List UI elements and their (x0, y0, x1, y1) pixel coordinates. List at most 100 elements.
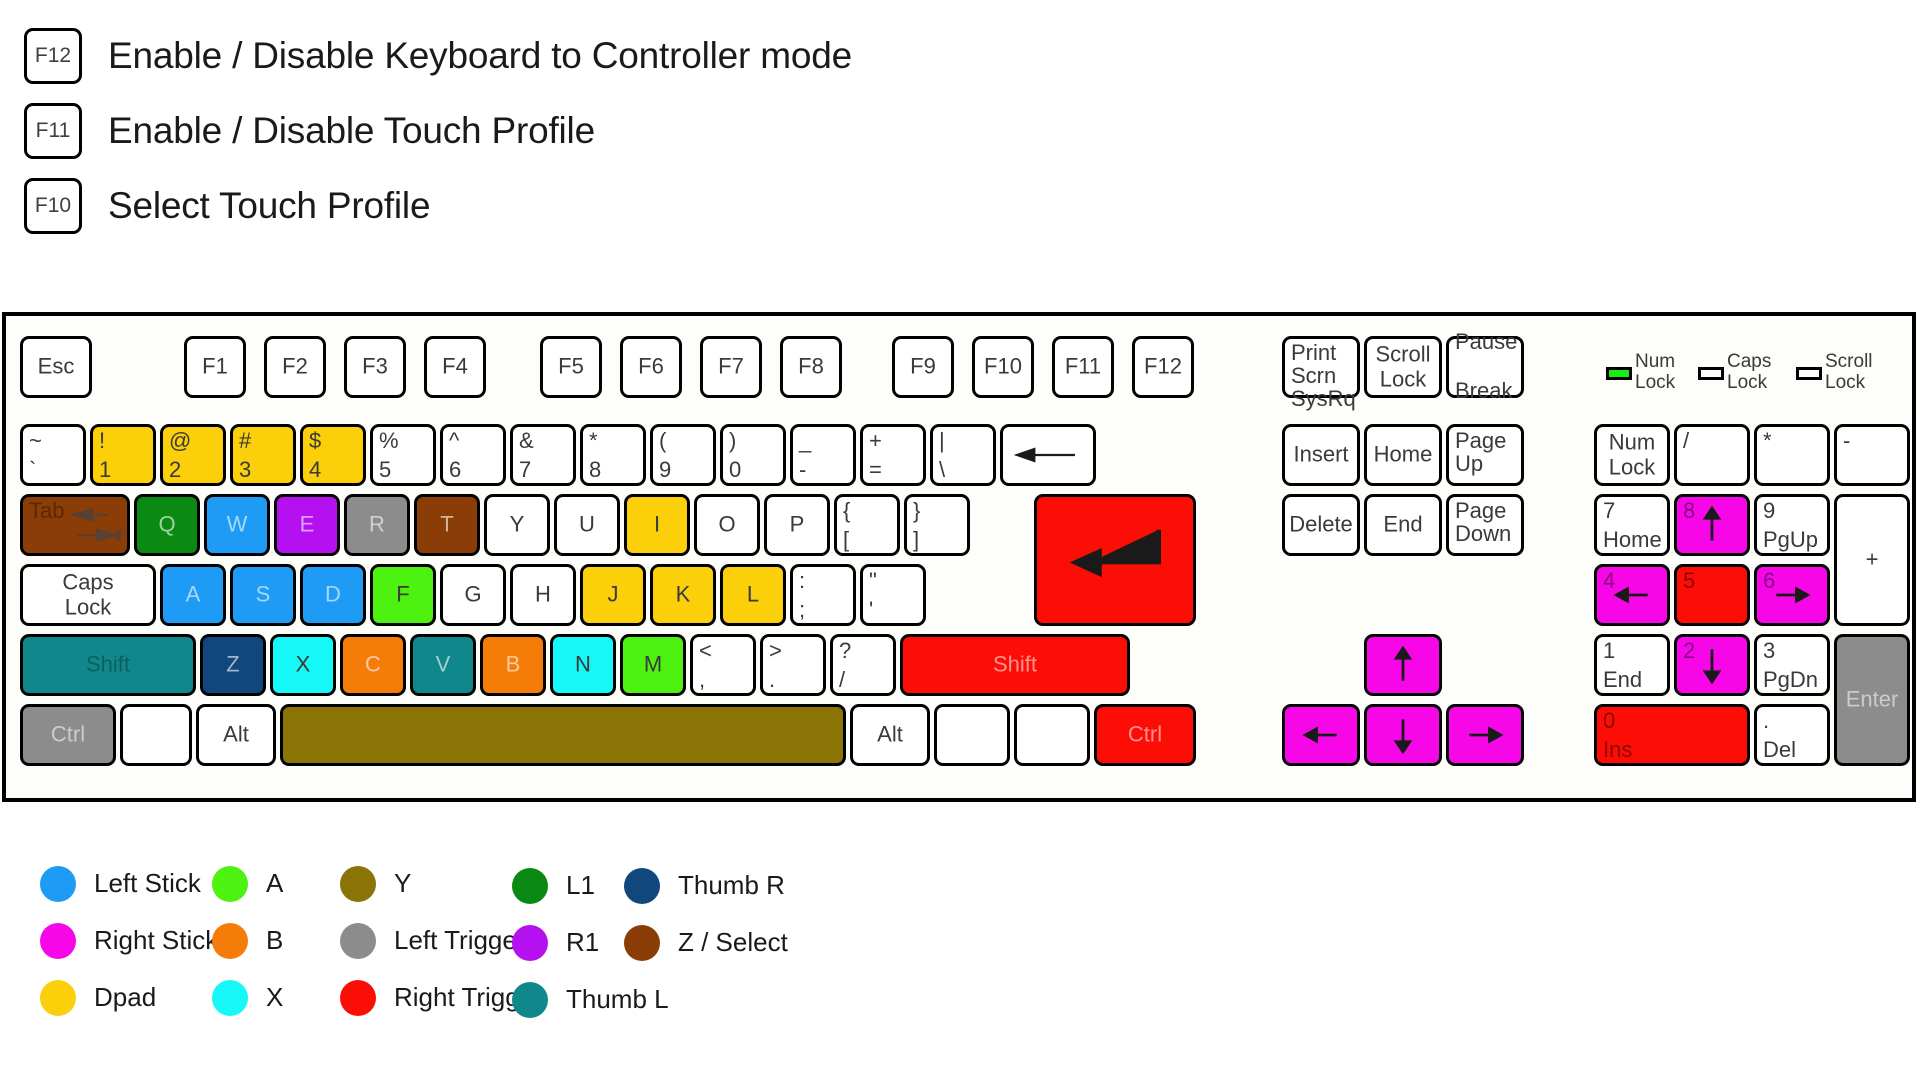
key-digit2[interactable]: @2 (160, 424, 226, 486)
key-printscreen[interactable]: Print Scrn SysRq (1282, 336, 1360, 410)
key-digit3[interactable]: #3 (230, 424, 296, 486)
key-z[interactable]: Z (200, 634, 266, 696)
key-end[interactable]: End (1364, 494, 1442, 556)
key-backspace[interactable] (1000, 424, 1096, 486)
key-num0[interactable]: 0 Ins (1594, 704, 1750, 766)
key-f11[interactable]: F11 (1052, 336, 1114, 398)
key-x[interactable]: X (270, 634, 336, 696)
key-l[interactable]: L (720, 564, 786, 626)
key-t[interactable]: T (414, 494, 480, 556)
key-f12[interactable]: F12 (1132, 336, 1194, 398)
key-menu[interactable] (1014, 704, 1090, 766)
key-num3[interactable]: 3 PgDn (1754, 634, 1830, 696)
key-i[interactable]: I (624, 494, 690, 556)
key-space[interactable] (280, 704, 846, 766)
key-u[interactable]: U (554, 494, 620, 556)
key-f2[interactable]: F2 (264, 336, 326, 398)
key-arrowleft[interactable] (1282, 704, 1360, 766)
key-capslock[interactable]: Caps Lock (20, 564, 156, 626)
key-rightalt[interactable]: Alt (850, 704, 930, 766)
key-esc[interactable]: Esc (20, 336, 92, 398)
key-semicolon[interactable]: :; (790, 564, 856, 626)
shortcut-key-f12[interactable]: F12 (24, 28, 82, 84)
key-num6[interactable]: 6 (1754, 564, 1830, 626)
key-f8[interactable]: F8 (780, 336, 842, 398)
key-rightctrl[interactable]: Ctrl (1094, 704, 1196, 766)
key-insert[interactable]: Insert (1282, 424, 1360, 486)
key-arrowup[interactable] (1364, 634, 1442, 696)
key-arrowdown[interactable] (1364, 704, 1442, 766)
key-num5[interactable]: 5 (1674, 564, 1750, 626)
key-comma[interactable]: <, (690, 634, 756, 696)
key-a[interactable]: A (160, 564, 226, 626)
key-q[interactable]: Q (134, 494, 200, 556)
key-rightmeta[interactable] (934, 704, 1010, 766)
key-leftshift[interactable]: Shift (20, 634, 196, 696)
key-b[interactable]: B (480, 634, 546, 696)
key-slash[interactable]: ? / (830, 634, 896, 696)
key-g[interactable]: G (440, 564, 506, 626)
key-arrowright[interactable] (1446, 704, 1524, 766)
key-digit6[interactable]: ^ 6 (440, 424, 506, 486)
key-f1[interactable]: F1 (184, 336, 246, 398)
key-scrolllock[interactable]: Scroll Lock (1364, 336, 1442, 398)
key-equals[interactable]: + = (860, 424, 926, 486)
key-e[interactable]: E (274, 494, 340, 556)
key-o[interactable]: O (694, 494, 760, 556)
key-numplus[interactable]: + (1834, 494, 1910, 626)
key-digit4[interactable]: $4 (300, 424, 366, 486)
key-num9[interactable]: 9 PgUp (1754, 494, 1830, 556)
key-leftctrl[interactable]: Ctrl (20, 704, 116, 766)
key-digit9[interactable]: (9 (650, 424, 716, 486)
key-numdivide[interactable]: / (1674, 424, 1750, 486)
key-f4[interactable]: F4 (424, 336, 486, 398)
key-backslash[interactable]: | \ (930, 424, 996, 486)
key-bracketright[interactable]: }] (904, 494, 970, 556)
key-numminus[interactable]: - (1834, 424, 1910, 486)
key-numenter[interactable]: Enter (1834, 634, 1910, 766)
key-digit0[interactable]: ) 0 (720, 424, 786, 486)
key-y[interactable]: Y (484, 494, 550, 556)
key-digit1[interactable]: ! 1 (90, 424, 156, 486)
key-r[interactable]: R (344, 494, 410, 556)
key-digit8[interactable]: * 8 (580, 424, 646, 486)
key-s[interactable]: S (230, 564, 296, 626)
key-backtick[interactable]: ~ ` (20, 424, 86, 486)
key-f9[interactable]: F9 (892, 336, 954, 398)
key-num1[interactable]: 1 End (1594, 634, 1670, 696)
key-numlock[interactable]: Num Lock (1594, 424, 1670, 486)
key-f5[interactable]: F5 (540, 336, 602, 398)
key-home[interactable]: Home (1364, 424, 1442, 486)
key-num7[interactable]: 7 Home (1594, 494, 1670, 556)
key-enter[interactable] (1034, 494, 1196, 626)
key-pagedown[interactable]: Page Down (1446, 494, 1524, 556)
key-h[interactable]: H (510, 564, 576, 626)
key-leftmeta[interactable] (120, 704, 192, 766)
key-n[interactable]: N (550, 634, 616, 696)
key-j[interactable]: J (580, 564, 646, 626)
key-num4[interactable]: 4 (1594, 564, 1670, 626)
key-period[interactable]: >. (760, 634, 826, 696)
key-digit5[interactable]: % 5 (370, 424, 436, 486)
key-f3[interactable]: F3 (344, 336, 406, 398)
shortcut-key-f10[interactable]: F10 (24, 178, 82, 234)
key-numdot[interactable]: . Del (1754, 704, 1830, 766)
key-tab[interactable]: Tab (20, 494, 130, 556)
key-nummultiply[interactable]: * (1754, 424, 1830, 486)
key-num8[interactable]: 8 (1674, 494, 1750, 556)
shortcut-key-f11[interactable]: F11 (24, 103, 82, 159)
key-p[interactable]: P (764, 494, 830, 556)
key-leftalt[interactable]: Alt (196, 704, 276, 766)
key-w[interactable]: W (204, 494, 270, 556)
key-m[interactable]: M (620, 634, 686, 696)
key-rightshift[interactable]: Shift (900, 634, 1130, 696)
key-f6[interactable]: F6 (620, 336, 682, 398)
key-bracketleft[interactable]: {[ (834, 494, 900, 556)
key-f10[interactable]: F10 (972, 336, 1034, 398)
key-k[interactable]: K (650, 564, 716, 626)
key-d[interactable]: D (300, 564, 366, 626)
key-digit7[interactable]: & 7 (510, 424, 576, 486)
key-f7[interactable]: F7 (700, 336, 762, 398)
key-pausebreak[interactable]: Pause Break (1446, 329, 1524, 403)
key-minus[interactable]: _ - (790, 424, 856, 486)
